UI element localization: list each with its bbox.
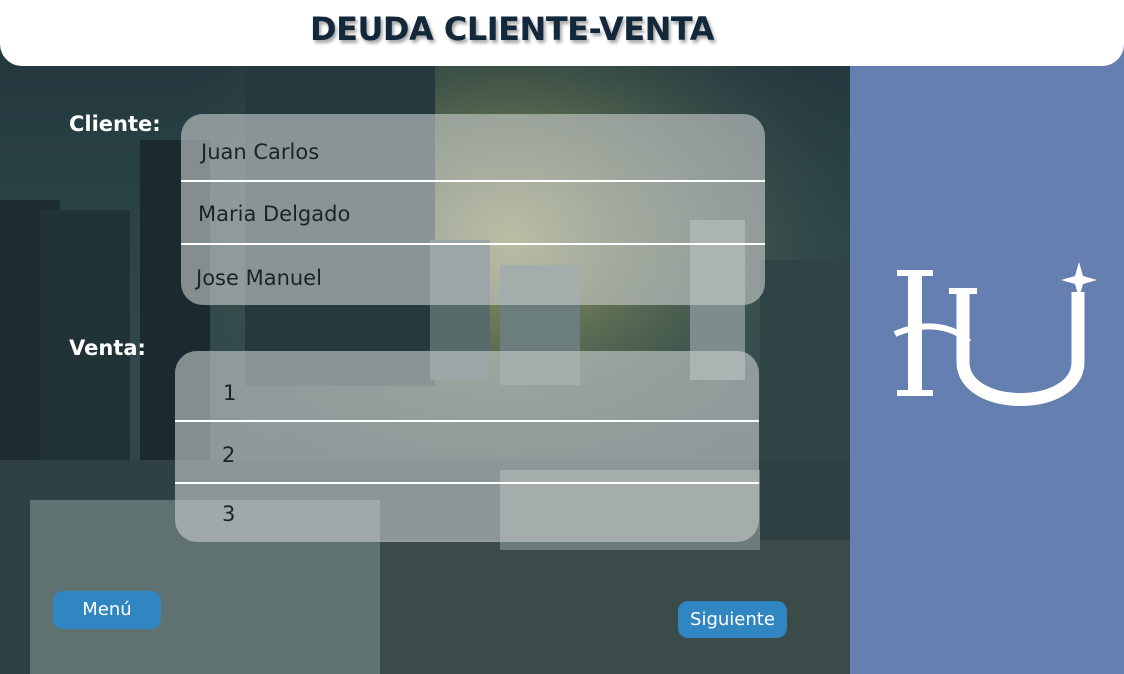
cliente-option-1[interactable]: Juan Carlos [181,114,765,182]
venta-option-label: 2 [222,443,236,467]
cliente-option-label: Jose Manuel [196,266,322,290]
menu-button[interactable]: Menú [53,591,161,629]
next-button[interactable]: Siguiente [678,601,787,638]
venta-option-1[interactable]: 1 [175,351,759,422]
cliente-option-2[interactable]: Maria Delgado [181,182,765,245]
page-title: DEUDA CLIENTE-VENTA [310,10,714,48]
venta-option-3[interactable]: 3 [175,484,759,542]
venta-option-label: 3 [222,502,236,526]
cliente-option-3[interactable]: Jose Manuel [181,245,765,305]
hu-monogram-logo-icon [893,262,1097,406]
cliente-label: Cliente: [69,112,161,136]
header-bar: DEUDA CLIENTE-VENTA [0,0,1124,66]
venta-listbox[interactable]: 1 2 3 [175,351,759,542]
cliente-option-label: Juan Carlos [201,140,320,164]
cliente-listbox[interactable]: Juan Carlos Maria Delgado Jose Manuel [181,114,765,305]
venta-option-label: 1 [223,381,237,405]
venta-label: Venta: [69,336,146,360]
cliente-option-label: Maria Delgado [198,202,351,226]
venta-option-2[interactable]: 2 [175,422,759,484]
